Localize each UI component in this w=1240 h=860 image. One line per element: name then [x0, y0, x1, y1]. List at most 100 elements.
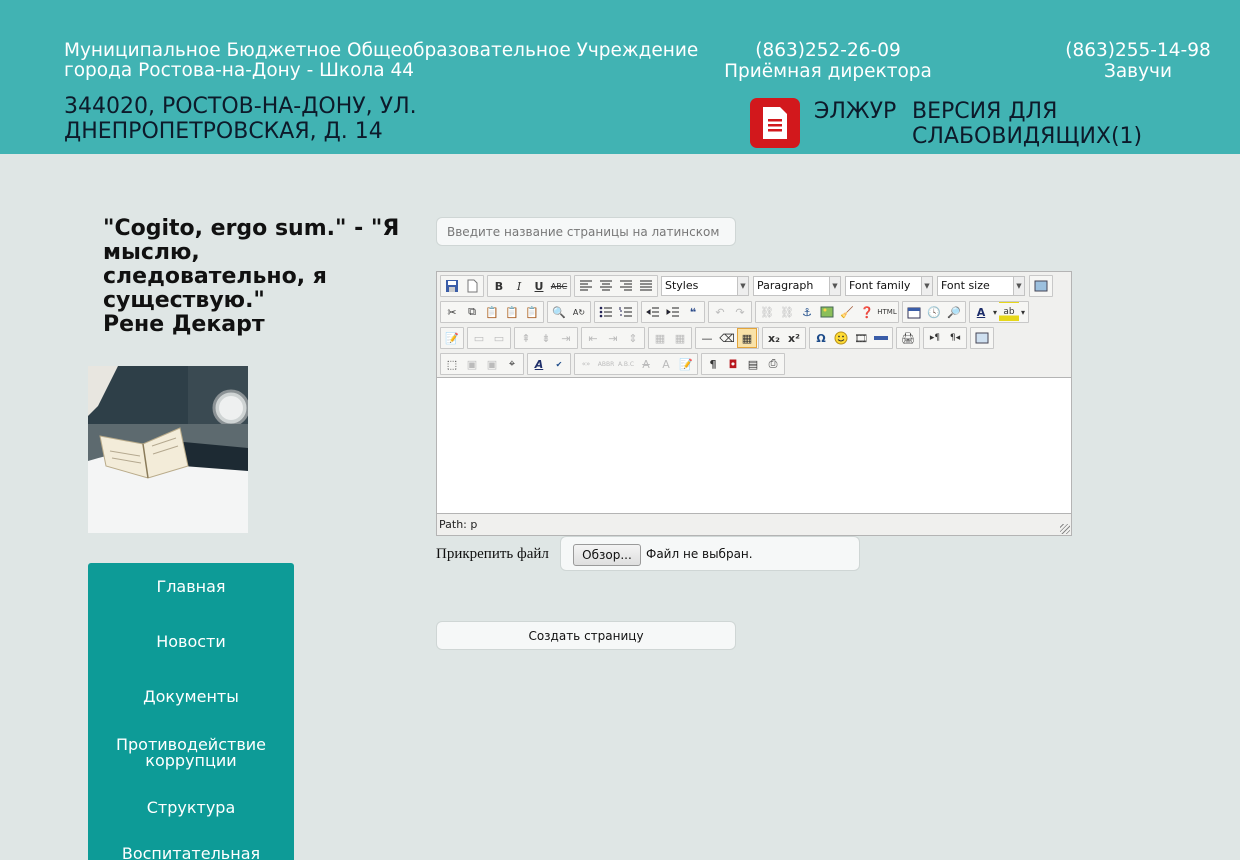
strikethrough-icon[interactable]: ABC [549, 276, 569, 296]
paste-icon[interactable]: 📋 [482, 302, 502, 322]
fullscreen-icon[interactable] [1031, 276, 1051, 296]
new-document-icon[interactable] [462, 276, 482, 296]
indent-icon[interactable] [663, 302, 683, 322]
remove-format-icon[interactable]: ⌫ [717, 328, 737, 348]
paste-word-icon[interactable]: 📋 [522, 302, 542, 322]
attributes-icon[interactable]: 📝 [676, 354, 696, 374]
cite-icon[interactable]: «» [576, 354, 596, 374]
file-input[interactable]: Обзор... Файл не выбран. [560, 536, 860, 571]
insert-col-after-icon[interactable]: ⇥ [603, 328, 623, 348]
table-icon[interactable]: 📝 [442, 328, 462, 348]
preview-icon[interactable]: 🔎 [944, 302, 964, 322]
html-source-icon[interactable]: HTML [877, 302, 897, 322]
subscript-icon[interactable]: x₂ [764, 328, 784, 348]
delete-text-icon[interactable]: A [636, 354, 656, 374]
visual-aid-icon[interactable]: ▦ [737, 328, 757, 348]
chevron-down-icon[interactable]: ▾ [991, 302, 999, 322]
spellcheck-icon[interactable]: ✔ [549, 354, 569, 374]
phone-number[interactable]: (863)255-14-98 [1040, 40, 1236, 61]
superscript-icon[interactable]: x² [784, 328, 804, 348]
bullet-list-icon[interactable] [596, 302, 616, 322]
nonbreaking-icon[interactable]: ◘ [723, 354, 743, 374]
ltr-icon[interactable]: ▸¶ [925, 328, 945, 348]
page-break-icon[interactable]: ⎙ [763, 354, 783, 374]
horizontal-rule-icon[interactable]: — [697, 328, 717, 348]
cell-props-icon[interactable]: ▭ [489, 328, 509, 348]
highlight-color-icon[interactable]: ab [999, 302, 1019, 322]
italic-icon[interactable]: I [509, 276, 529, 296]
insert-col-before-icon[interactable]: ⇤ [583, 328, 603, 348]
style-props-icon[interactable]: A [529, 354, 549, 374]
delete-row-icon[interactable]: ⇥ [556, 328, 576, 348]
save-icon[interactable] [442, 276, 462, 296]
nav-item-home[interactable]: Главная [88, 578, 294, 595]
split-cells-icon[interactable]: ▦ [650, 328, 670, 348]
nav-item-anticorruption-line2[interactable]: коррупции [88, 752, 294, 769]
unlink-icon[interactable]: ⛓ [777, 302, 797, 322]
resize-handle-icon[interactable] [1060, 524, 1070, 534]
special-char-icon[interactable]: Ω [811, 328, 831, 348]
align-center-icon[interactable] [596, 276, 616, 296]
nav-item-news[interactable]: Новости [88, 633, 294, 650]
delete-col-icon[interactable]: ⇕ [623, 328, 643, 348]
rtl-icon[interactable]: ¶◂ [945, 328, 965, 348]
insert-date-icon[interactable] [904, 302, 924, 322]
insert-time-icon[interactable]: 🕓 [924, 302, 944, 322]
phone-director[interactable]: (863)252-26-09 Приёмная директора [718, 40, 938, 82]
media-icon[interactable]: 🎞 [851, 328, 871, 348]
align-left-icon[interactable] [576, 276, 596, 296]
styles-select[interactable]: Styles ▼ [661, 276, 749, 296]
underline-icon[interactable]: U [529, 276, 549, 296]
insert-row-before-icon[interactable]: ⇞ [516, 328, 536, 348]
font-size-select[interactable]: Font size ▼ [937, 276, 1025, 296]
phone-number[interactable]: (863)252-26-09 [718, 40, 938, 61]
cleanup-icon[interactable]: 🧹 [837, 302, 857, 322]
redo-icon[interactable]: ↷ [730, 302, 750, 322]
visually-impaired-version-link[interactable]: ВЕРСИЯ ДЛЯ СЛАБОВИДЯЩИХ(1) [912, 99, 1212, 149]
eljur-link[interactable]: ЭЛЖУР [814, 99, 896, 124]
document-icon[interactable] [750, 98, 800, 148]
acronym-icon[interactable]: A.B.C [616, 354, 636, 374]
insert-row-after-icon[interactable]: ⇟ [536, 328, 556, 348]
nav-item-structure[interactable]: Структура [88, 799, 294, 816]
row-props-icon[interactable]: ▭ [469, 328, 489, 348]
anchor-icon[interactable]: ⚓ [797, 302, 817, 322]
editor-content-area[interactable] [437, 377, 1071, 514]
print-icon[interactable]: 🖨 [898, 328, 918, 348]
browse-button[interactable]: Обзор... [573, 544, 641, 566]
nav-item-education-system[interactable]: Воспитательная система [88, 845, 294, 860]
page-name-input[interactable]: Введите название страницы на латинском [436, 217, 736, 246]
insert-layer-icon[interactable]: ⬚ [442, 354, 462, 374]
find-icon[interactable]: 🔍 [549, 302, 569, 322]
create-page-button[interactable]: Создать страницу [436, 621, 736, 650]
cut-icon[interactable]: ✂ [442, 302, 462, 322]
insert-text-icon[interactable]: A [656, 354, 676, 374]
move-backward-icon[interactable]: ▣ [482, 354, 502, 374]
align-justify-icon[interactable] [636, 276, 656, 296]
text-color-icon[interactable]: A [971, 302, 991, 322]
bold-icon[interactable]: B [489, 276, 509, 296]
move-forward-icon[interactable]: ▣ [462, 354, 482, 374]
align-right-icon[interactable] [616, 276, 636, 296]
chevron-down-icon[interactable]: ▾ [1019, 302, 1027, 322]
blockquote-icon[interactable]: ❝ [683, 302, 703, 322]
emoticon-icon[interactable] [831, 328, 851, 348]
numbered-list-icon[interactable] [616, 302, 636, 322]
undo-icon[interactable]: ↶ [710, 302, 730, 322]
visual-chars-icon[interactable]: ¶ [703, 354, 723, 374]
link-icon[interactable]: ⛓ [757, 302, 777, 322]
image-icon[interactable] [817, 302, 837, 322]
paste-text-icon[interactable]: 📋 [502, 302, 522, 322]
font-family-select[interactable]: Font family ▼ [845, 276, 933, 296]
merge-cells-icon[interactable]: ▦ [670, 328, 690, 348]
block-format-select[interactable]: Paragraph ▼ [753, 276, 841, 296]
absolute-position-icon[interactable]: ⌖ [502, 354, 522, 374]
nav-item-documents[interactable]: Документы [88, 688, 294, 705]
outdent-icon[interactable] [643, 302, 663, 322]
template-icon[interactable]: ▤ [743, 354, 763, 374]
copy-icon[interactable]: ⧉ [462, 302, 482, 322]
phone-headteachers[interactable]: (863)255-14-98 Завучи [1040, 40, 1236, 82]
replace-icon[interactable]: A↻ [569, 302, 589, 322]
help-icon[interactable]: ❓ [857, 302, 877, 322]
fullscreen-toggle-icon[interactable] [972, 328, 992, 348]
